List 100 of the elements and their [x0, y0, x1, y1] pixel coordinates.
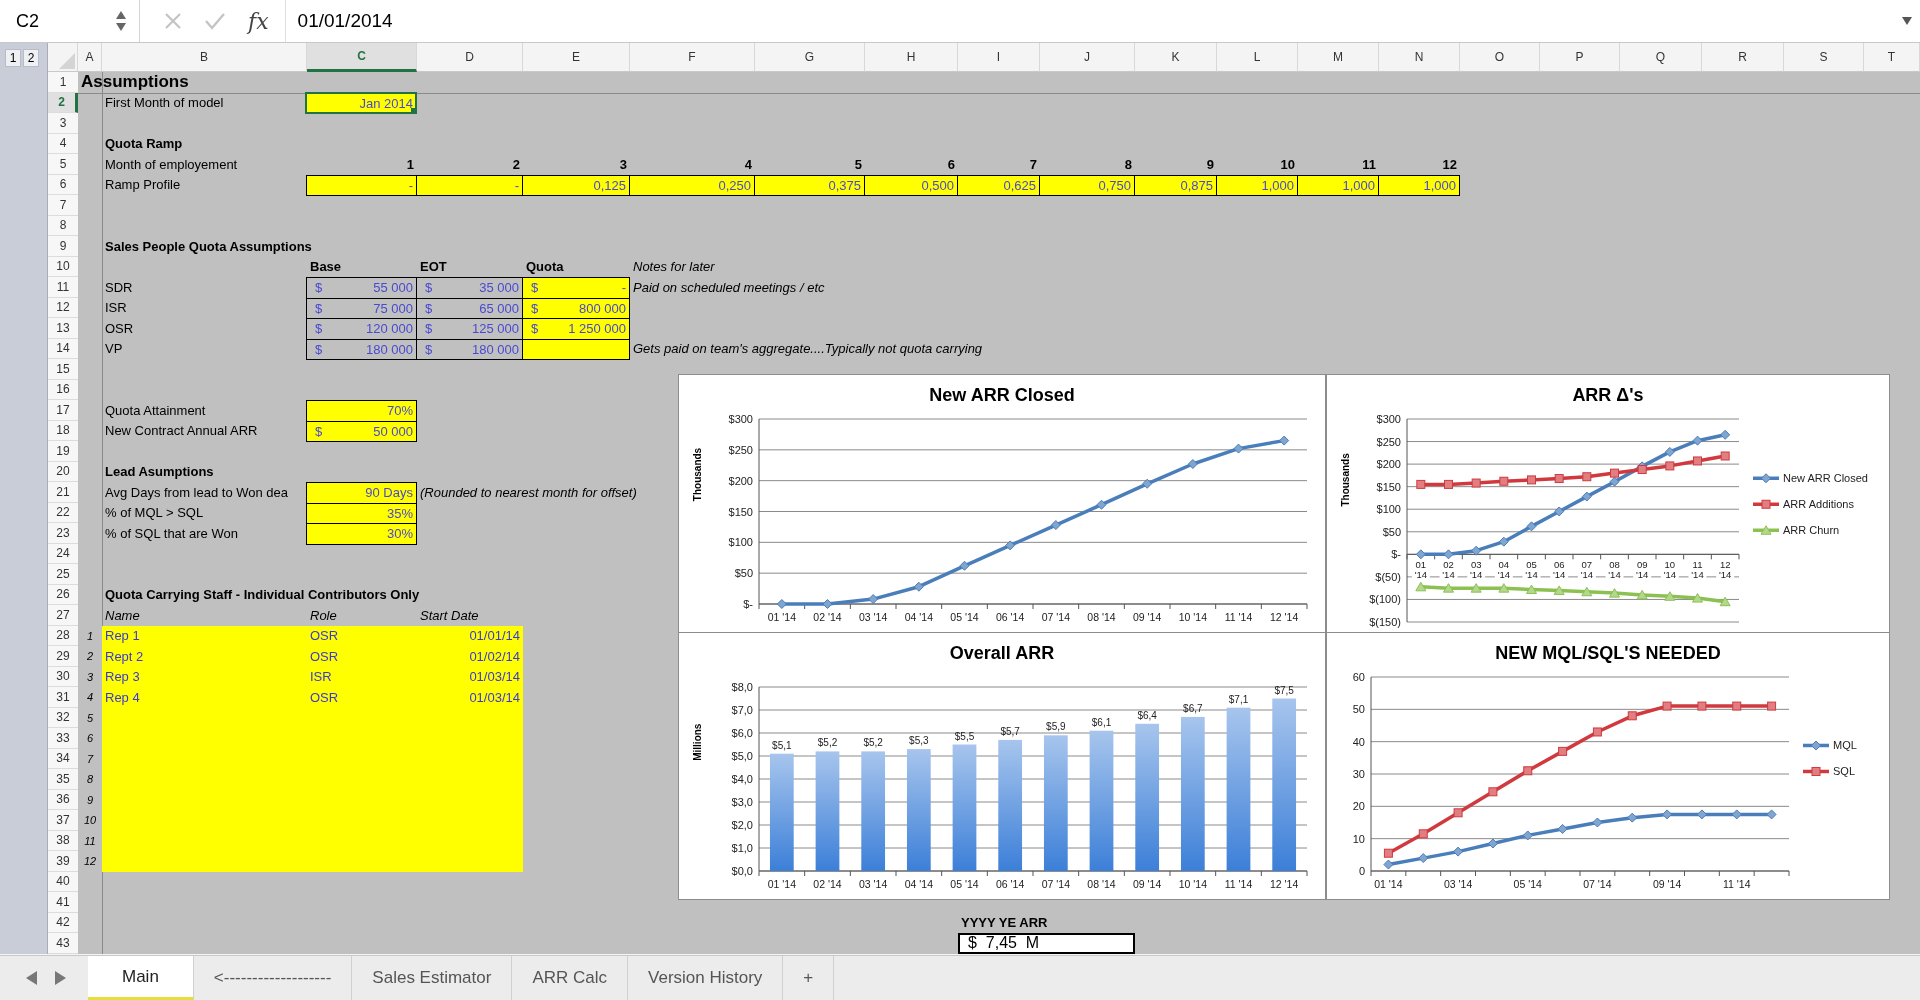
- note-text: Notes for later: [633, 259, 715, 275]
- data-point: [1527, 475, 1536, 485]
- dropdown-caret-icon[interactable]: [1902, 17, 1912, 25]
- table-cell[interactable]: OSR: [307, 687, 417, 708]
- table-cell[interactable]: Rep 4: [102, 687, 307, 708]
- axis-tick-label: $150: [1376, 480, 1401, 493]
- data-point: [1697, 701, 1707, 711]
- axis-tick-label: $(150): [1369, 616, 1401, 628]
- function-button[interactable]: fx: [248, 8, 269, 34]
- formula-field[interactable]: 01/01/2014: [285, 10, 1902, 32]
- sheet-tab[interactable]: <-------------------: [193, 956, 353, 1000]
- spinner-icon[interactable]: [115, 9, 127, 33]
- input-cell[interactable]: 0,750: [1039, 174, 1135, 196]
- row-label: Month of employement: [105, 156, 238, 172]
- column-header[interactable]: Q: [1620, 43, 1702, 72]
- input-cell[interactable]: 70%: [306, 400, 417, 422]
- data-point: [1720, 451, 1730, 461]
- legend-label: ARR Additions: [1783, 498, 1854, 511]
- data-point: [1142, 478, 1153, 489]
- input-cell[interactable]: 1,000: [1297, 174, 1379, 196]
- input-cell[interactable]: 1,000: [1216, 174, 1298, 196]
- table-cell[interactable]: Rep 1: [102, 625, 307, 646]
- data-point: [1187, 459, 1198, 469]
- data-point: [1581, 586, 1593, 597]
- row-index: 12: [83, 855, 97, 868]
- table-cell[interactable]: 01/01/14: [417, 625, 523, 646]
- column-header[interactable]: C: [307, 43, 417, 72]
- section-heading: Sales People Quota Assumptions: [105, 238, 312, 254]
- sheet-tab[interactable]: ARR Calc: [512, 956, 629, 1000]
- axis-tick-label: 03 '14: [1443, 878, 1473, 890]
- column-header[interactable]: I: [958, 43, 1040, 72]
- input-cell[interactable]: 35%: [306, 502, 417, 524]
- next-sheet-icon[interactable]: [55, 971, 66, 985]
- input-cell[interactable]: 30%: [306, 523, 417, 545]
- input-cell[interactable]: 0,250: [629, 174, 755, 196]
- axis-tick-label: 09 '14: [1652, 878, 1682, 890]
- column-header[interactable]: G: [755, 43, 865, 72]
- table-cell[interactable]: OSR: [307, 646, 417, 667]
- input-cell[interactable]: $ 180 000: [306, 338, 417, 360]
- row-label: % of MQL > SQL: [105, 505, 204, 521]
- sheet-tab[interactable]: Version History: [628, 956, 784, 1000]
- row-header[interactable]: 2: [48, 92, 78, 113]
- data-label: $5,2: [863, 737, 883, 749]
- note-text: Role: [310, 607, 337, 623]
- input-cell[interactable]: $ 50 000: [306, 420, 417, 442]
- table-cell[interactable]: Rep 3: [102, 666, 307, 687]
- column-header[interactable]: L: [1217, 43, 1298, 72]
- data-point: [1665, 461, 1675, 471]
- input-cell[interactable]: [522, 338, 630, 360]
- previous-sheet-icon[interactable]: [26, 971, 37, 985]
- table-cell[interactable]: OSR: [307, 625, 417, 646]
- axis-tick-label: 11 '14: [1723, 878, 1751, 890]
- sheet-tab[interactable]: +: [783, 956, 835, 1000]
- input-cell[interactable]: $ -: [522, 277, 630, 299]
- input-cell[interactable]: $ 1 250 000: [522, 318, 630, 340]
- row-index: 2: [86, 650, 94, 663]
- table-cell[interactable]: 01/02/14: [417, 646, 523, 667]
- column-header[interactable]: F: [630, 43, 755, 72]
- column-header[interactable]: P: [1540, 43, 1620, 72]
- table-cell[interactable]: 01/03/14: [417, 666, 523, 687]
- column-header[interactable]: A: [78, 43, 102, 72]
- column-header[interactable]: S: [1784, 43, 1864, 72]
- input-cell[interactable]: 90 Days: [306, 482, 417, 504]
- input-cell[interactable]: 0,500: [864, 174, 958, 196]
- data-point: [1488, 787, 1498, 797]
- axis-tick-label: $50: [734, 567, 753, 580]
- column-header[interactable]: R: [1702, 43, 1784, 72]
- input-cell[interactable]: $ 55 000: [306, 277, 417, 299]
- axis-tick-label: $5,0: [731, 750, 753, 762]
- column-header[interactable]: H: [865, 43, 958, 72]
- cancel-icon[interactable]: [164, 12, 182, 30]
- section-heading: Quota Ramp: [105, 136, 183, 152]
- name-box[interactable]: C2: [16, 10, 39, 32]
- column-header[interactable]: E: [523, 43, 630, 72]
- column-header[interactable]: M: [1298, 43, 1379, 72]
- column-header[interactable]: N: [1379, 43, 1460, 72]
- sheet-tab[interactable]: Main: [88, 956, 194, 1000]
- column-header[interactable]: T: [1864, 43, 1920, 72]
- column-header[interactable]: O: [1460, 43, 1540, 72]
- column-header[interactable]: J: [1040, 43, 1135, 72]
- sheet-tab[interactable]: Sales Estimator: [352, 956, 513, 1000]
- empty-entry-row[interactable]: [102, 851, 523, 872]
- row-index: 7: [86, 752, 94, 765]
- column-header[interactable]: K: [1135, 43, 1217, 72]
- axis-tick-label: 04 '14: [904, 611, 933, 623]
- data-point: [1696, 809, 1707, 820]
- column-header[interactable]: B: [102, 43, 307, 72]
- data-point: [1471, 478, 1481, 488]
- section-heading: Lead Asumptions: [105, 464, 214, 480]
- input-cell[interactable]: 0,125: [522, 174, 630, 196]
- check-icon[interactable]: [204, 12, 226, 30]
- table-cell[interactable]: Rept 2: [102, 646, 307, 667]
- table-cell[interactable]: 01/03/14: [417, 687, 523, 708]
- data-point: [1554, 474, 1564, 484]
- table-cell[interactable]: ISR: [307, 666, 417, 687]
- data-point: [1609, 476, 1620, 487]
- input-cell[interactable]: 1,000: [1378, 174, 1460, 196]
- axis-tick-label: 10 '14: [1663, 559, 1677, 581]
- input-cell[interactable]: $ 800 000: [522, 297, 630, 319]
- column-header[interactable]: D: [417, 43, 523, 72]
